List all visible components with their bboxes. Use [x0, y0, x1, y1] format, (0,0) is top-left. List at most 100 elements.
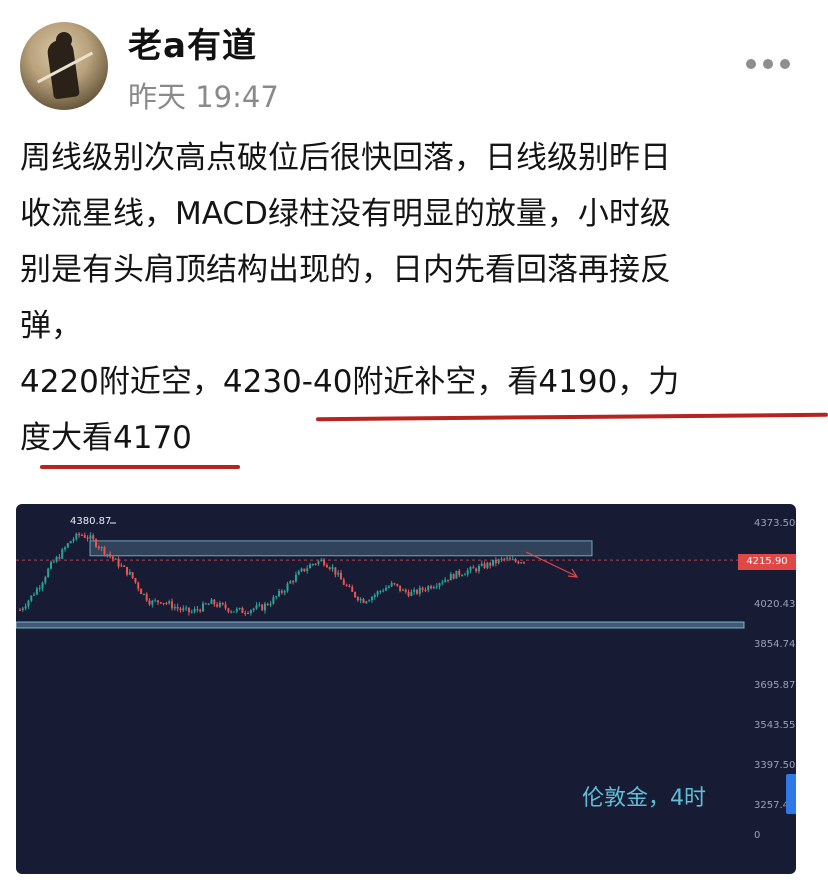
support-zone: [16, 621, 745, 629]
candle-body: [145, 593, 148, 601]
candle-body: [218, 602, 221, 607]
candle-body: [517, 561, 520, 564]
post-line: 别是有头肩顶结构出现的，日内先看回落再接反: [20, 252, 671, 288]
candle-body: [365, 601, 368, 603]
candle-body: [258, 604, 261, 606]
candle-body: [140, 588, 143, 594]
candle-body: [435, 586, 438, 588]
candle-body: [190, 611, 193, 613]
candle-body: [283, 590, 286, 593]
candle-body: [523, 562, 525, 564]
candle-body: [359, 598, 362, 601]
candle-body: [125, 566, 128, 575]
candle-body: [376, 591, 379, 595]
dot-icon: [746, 59, 756, 69]
candle-body: [120, 565, 123, 567]
candle-body: [272, 597, 275, 604]
candle-body: [241, 607, 244, 613]
candle-body: [314, 563, 317, 565]
candle-body: [506, 558, 509, 560]
candle-body: [196, 608, 199, 610]
candle-body: [193, 608, 196, 612]
candle-body: [230, 611, 233, 613]
candle-body: [21, 608, 24, 611]
more-options-icon[interactable]: [746, 56, 796, 72]
avatar[interactable]: [20, 22, 108, 110]
y-tick: 0: [754, 830, 761, 841]
candle-body: [159, 602, 162, 604]
candle-body: [266, 603, 269, 605]
price-chart-image[interactable]: 4380.87 4373.50 4020.43 3854.74 3695.87 …: [16, 504, 796, 874]
candle-body: [410, 591, 413, 596]
candle-body: [286, 583, 289, 591]
candle-body: [173, 606, 176, 609]
side-tab[interactable]: [786, 774, 796, 814]
candle-body: [58, 556, 61, 559]
candle-body: [238, 607, 241, 609]
candle-body: [483, 563, 486, 569]
candle-body: [334, 567, 337, 575]
candle-body: [401, 589, 404, 591]
high-price-label: 4380.87: [70, 516, 112, 527]
candle-body: [292, 581, 295, 583]
candle-body: [213, 599, 216, 605]
candle-body: [269, 603, 272, 605]
candle-body: [131, 572, 134, 579]
candle-body: [221, 602, 224, 605]
candle-body: [97, 546, 100, 549]
candle-body: [38, 588, 41, 590]
candle-body: [128, 572, 131, 575]
candle-body: [421, 587, 424, 590]
candle-body: [235, 608, 238, 612]
candle-body: [390, 583, 393, 587]
candle-body: [368, 600, 371, 602]
candle-body: [35, 588, 38, 595]
candle-body: [187, 607, 190, 613]
candle-body: [438, 583, 441, 587]
candle-body: [89, 535, 92, 539]
candle-body: [399, 585, 402, 591]
candle-body: [477, 565, 480, 572]
candle-body: [232, 611, 235, 613]
candle-body: [345, 584, 348, 586]
candle-body: [117, 558, 120, 567]
candle-body: [289, 581, 292, 584]
candle-body: [497, 559, 500, 564]
candle-body: [275, 596, 278, 598]
candle-body: [75, 533, 78, 540]
candle-body: [114, 558, 117, 560]
candle-body: [354, 591, 357, 598]
author-name[interactable]: 老a有道: [128, 18, 257, 67]
candle-body: [317, 561, 320, 564]
candle-body: [300, 568, 303, 572]
candle-body: [469, 567, 472, 571]
candle-body: [331, 567, 334, 570]
dot-icon: [763, 59, 773, 69]
candle-body: [33, 594, 36, 596]
y-tick: 3397.50: [754, 760, 796, 771]
candle-body: [373, 594, 376, 597]
candle-body: [387, 586, 390, 588]
candle-body: [328, 567, 331, 570]
candle-body: [134, 578, 137, 583]
candle-body: [455, 570, 458, 579]
candle-body: [480, 563, 483, 566]
highlight-underline: [40, 465, 240, 469]
chart-watermark: 伦敦金，4时: [582, 786, 706, 811]
candle-body: [44, 577, 47, 583]
candle-body: [162, 602, 165, 604]
candle-body: [280, 590, 283, 593]
candle-body: [379, 590, 382, 592]
candle-body: [475, 568, 478, 572]
post-line: 收流星线，MACD绿柱没有明显的放量，小时级: [20, 196, 671, 232]
dot-icon: [780, 59, 790, 69]
candle-body: [514, 559, 517, 562]
candle-body: [142, 593, 145, 595]
candle-body: [416, 589, 419, 594]
candle-body: [320, 559, 323, 562]
candle-body: [148, 600, 151, 605]
candle-body: [255, 605, 258, 609]
candle-body: [61, 549, 64, 559]
candle-body: [430, 586, 433, 589]
candle-body: [458, 570, 461, 576]
